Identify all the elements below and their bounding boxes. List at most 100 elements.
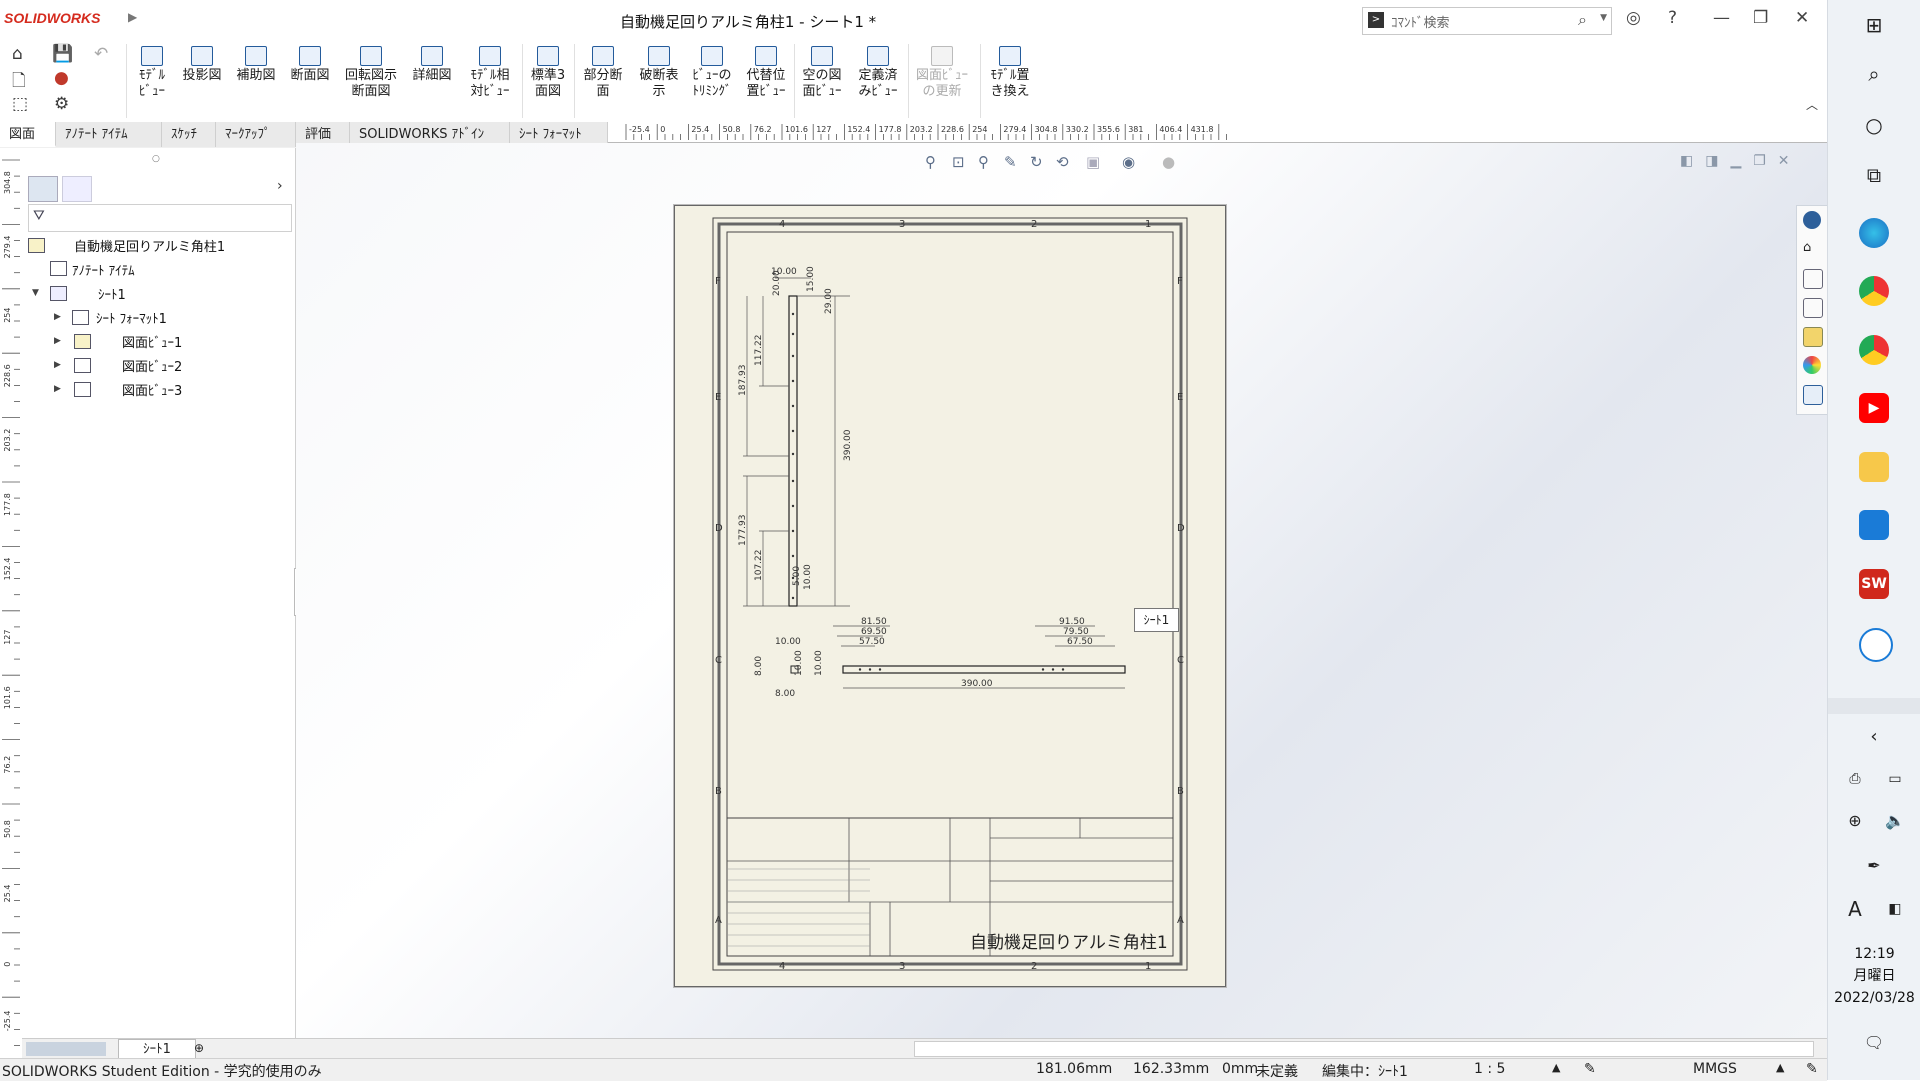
broken-out-section-button[interactable]: 部分断 面 [578, 46, 628, 100]
chevron-left-icon[interactable]: ‹ [1859, 722, 1889, 752]
file-explorer-icon[interactable] [1859, 452, 1889, 482]
network-icon[interactable]: ⊕ [1840, 806, 1870, 836]
collapse-ribbon-icon[interactable]: ︿ [1806, 96, 1818, 113]
clock-app-icon[interactable] [1859, 628, 1893, 662]
detail-view-button[interactable]: 詳細図 [410, 46, 454, 84]
solidworks-resources-icon[interactable] [1803, 211, 1821, 229]
property-manager-tab[interactable] [62, 176, 92, 202]
rebuild-status-icon[interactable]: ✎ [1584, 1061, 1596, 1077]
chevron-down-icon[interactable]: ▼ [1600, 13, 1607, 23]
section-view-button[interactable]: 断面図 [288, 46, 332, 84]
search-icon[interactable]: ⌕ [1578, 10, 1587, 30]
pen-icon[interactable]: ✒ [1859, 851, 1889, 881]
chrome-profile-icon[interactable] [1859, 335, 1889, 365]
pan-icon[interactable]: ✎ [1004, 153, 1017, 171]
close-button[interactable]: ✕ [1795, 8, 1809, 28]
chevron-right-icon[interactable]: ▶ [54, 360, 61, 370]
panel-handle[interactable]: ○ [152, 154, 160, 164]
chevron-right-icon[interactable]: ▶ [54, 336, 61, 346]
chevron-up-icon[interactable]: ▲ [1552, 1061, 1560, 1074]
view-palette-icon[interactable] [1803, 327, 1823, 347]
tree-item-view-2[interactable]: 図面ﾋﾞｭｰ2 [122, 356, 182, 375]
tray-device-icon[interactable]: ⎙ [1840, 764, 1870, 794]
tab-markup[interactable]: ﾏｰｸｱｯﾌﾟ [216, 122, 296, 147]
battery-icon[interactable]: ▭ [1880, 764, 1910, 794]
youtube-icon[interactable]: ▶ [1859, 393, 1889, 423]
drawing-sheet[interactable]: 4 4 3 3 2 2 1 1 F F E E D D C C B B A A 10.00 20.00 15.00 29.00… [674, 205, 1226, 987]
relative-view-button[interactable]: ﾓﾃﾞﾙ相 対ﾋﾞｭｰ [462, 46, 518, 100]
tab-annotation[interactable]: ｱﾉﾃｰﾄ ｱｲﾃﾑ [56, 122, 162, 147]
taskbar-scrollbar[interactable] [1828, 698, 1920, 714]
tree-item-annotations[interactable]: ｱﾉﾃｰﾄ ｱｲﾃﾑ [72, 260, 135, 279]
mail-icon[interactable] [1859, 510, 1889, 540]
zoom-to-area-icon[interactable]: ⊡ [952, 153, 965, 171]
options-select-icon[interactable]: ⬚ [12, 94, 28, 114]
user-account-icon[interactable]: ◎ [1626, 8, 1641, 28]
gear-icon[interactable]: ⚙ [54, 94, 69, 114]
minimize-button[interactable]: — [1713, 8, 1730, 28]
replace-model-button[interactable]: ﾓﾃﾞﾙ置 き換え [984, 46, 1036, 100]
tree-item-sheet-format[interactable]: ｼｰﾄ ﾌｫｰﾏｯﾄ1 [96, 308, 167, 327]
file-explorer-icon[interactable] [1803, 298, 1823, 318]
chevron-right-icon[interactable]: ▶ [54, 312, 61, 322]
ime-icon[interactable]: ◧ [1880, 894, 1910, 924]
break-button[interactable]: 破断表 示 [634, 46, 684, 100]
help-icon[interactable]: ? [1668, 8, 1677, 28]
tree-filter-input[interactable]: ⛛ [28, 204, 292, 232]
ime-mode-indicator[interactable]: A [1840, 894, 1870, 924]
sheet-tab[interactable]: ｼｰﾄ1 [118, 1039, 196, 1060]
standard-3-view-button[interactable]: 標準3 面図 [526, 46, 570, 100]
home-icon[interactable]: ⌂ [12, 44, 23, 64]
task-view-icon[interactable]: ⧉ [1859, 160, 1889, 190]
add-sheet-icon[interactable]: ⊕ [194, 1041, 204, 1055]
volume-icon[interactable]: 🔈 [1880, 806, 1910, 836]
new-document-icon[interactable]: 🗋 [12, 68, 26, 97]
tree-item-view-3[interactable]: 図面ﾋﾞｭｰ3 [122, 380, 182, 399]
tree-root[interactable]: 自動機足回りアルミ角柱1 [74, 236, 225, 255]
save-icon[interactable]: 💾 [52, 44, 73, 64]
home-icon[interactable]: ⌂ [1803, 240, 1821, 258]
solidworks-logo[interactable]: SOLIDWORKS [4, 10, 100, 26]
undo-icon[interactable]: ↶ [94, 44, 108, 64]
update-views-button[interactable]: 図面ﾋﾞｭｰ の更新 [912, 46, 972, 100]
chevron-right-icon[interactable]: ▶ [128, 10, 137, 24]
crop-view-button[interactable]: ﾋﾞｭｰの ﾄﾘﾐﾝｸﾞ [688, 46, 736, 100]
chevron-right-icon[interactable]: ▶ [54, 384, 61, 394]
restore-button[interactable]: ❐ [1753, 8, 1768, 28]
custom-properties-icon[interactable] [1803, 385, 1823, 405]
chevron-up-icon[interactable]: ▲ [1776, 1061, 1784, 1074]
chevron-right-icon[interactable]: › [277, 178, 283, 194]
unit-system[interactable]: MMGS [1693, 1061, 1737, 1077]
taskbar-clock[interactable]: 12:19 月曜日 2022/03/28 [1828, 943, 1920, 1009]
tab-sketch[interactable]: ｽｹｯﾁ [162, 122, 216, 147]
tree-item-sheet[interactable]: ｼｰﾄ1 [98, 284, 126, 303]
tab-drawing[interactable]: 図面 [0, 122, 56, 147]
chevron-down-icon[interactable]: ▼ [32, 288, 39, 298]
hide-show-icon[interactable]: ◉ [1122, 153, 1135, 171]
cortana-icon[interactable]: ○ [1859, 110, 1889, 140]
solidworks-app-icon[interactable]: SW [1859, 569, 1889, 599]
removed-section-button[interactable]: 回転図示 断面図 [342, 46, 400, 100]
chrome-icon[interactable] [1859, 276, 1889, 306]
model-view-button[interactable]: ﾓﾃﾞﾙ ﾋﾞｭｰ [134, 46, 170, 100]
notification-icon[interactable]: 🗨 [1859, 1028, 1889, 1058]
search-icon[interactable]: ⌕ [1859, 59, 1889, 89]
windows-start-icon[interactable]: ⊞ [1859, 10, 1889, 40]
tree-item-view-1[interactable]: 図面ﾋﾞｭｰ1 [122, 332, 182, 351]
design-library-icon[interactable] [1803, 269, 1823, 289]
horizontal-scrollbar[interactable] [914, 1041, 1814, 1057]
sheet-scale[interactable]: 1 : 5 [1474, 1061, 1505, 1077]
projected-view-button[interactable]: 投影図 [180, 46, 224, 84]
display-style-icon[interactable]: ▣ [1086, 153, 1100, 171]
auxiliary-view-button[interactable]: 補助図 [234, 46, 278, 84]
edge-icon[interactable] [1859, 218, 1889, 248]
document-window-controls[interactable]: ◧◨▁❐✕ [1680, 153, 1802, 169]
predefined-view-button[interactable]: 定義済 みﾋﾞｭｰ [852, 46, 904, 100]
appearances-icon[interactable] [1803, 356, 1821, 374]
zoom-in-out-icon[interactable]: ⚲ [978, 153, 989, 171]
rotate-icon[interactable]: ↻ [1030, 153, 1043, 171]
zoom-to-fit-icon[interactable]: ⚲ [925, 153, 936, 171]
previous-view-icon[interactable]: ⟲ [1056, 153, 1069, 171]
empty-view-button[interactable]: 空の図 面ﾋﾞｭｰ [798, 46, 846, 100]
scene-icon[interactable]: ● [1162, 153, 1175, 171]
